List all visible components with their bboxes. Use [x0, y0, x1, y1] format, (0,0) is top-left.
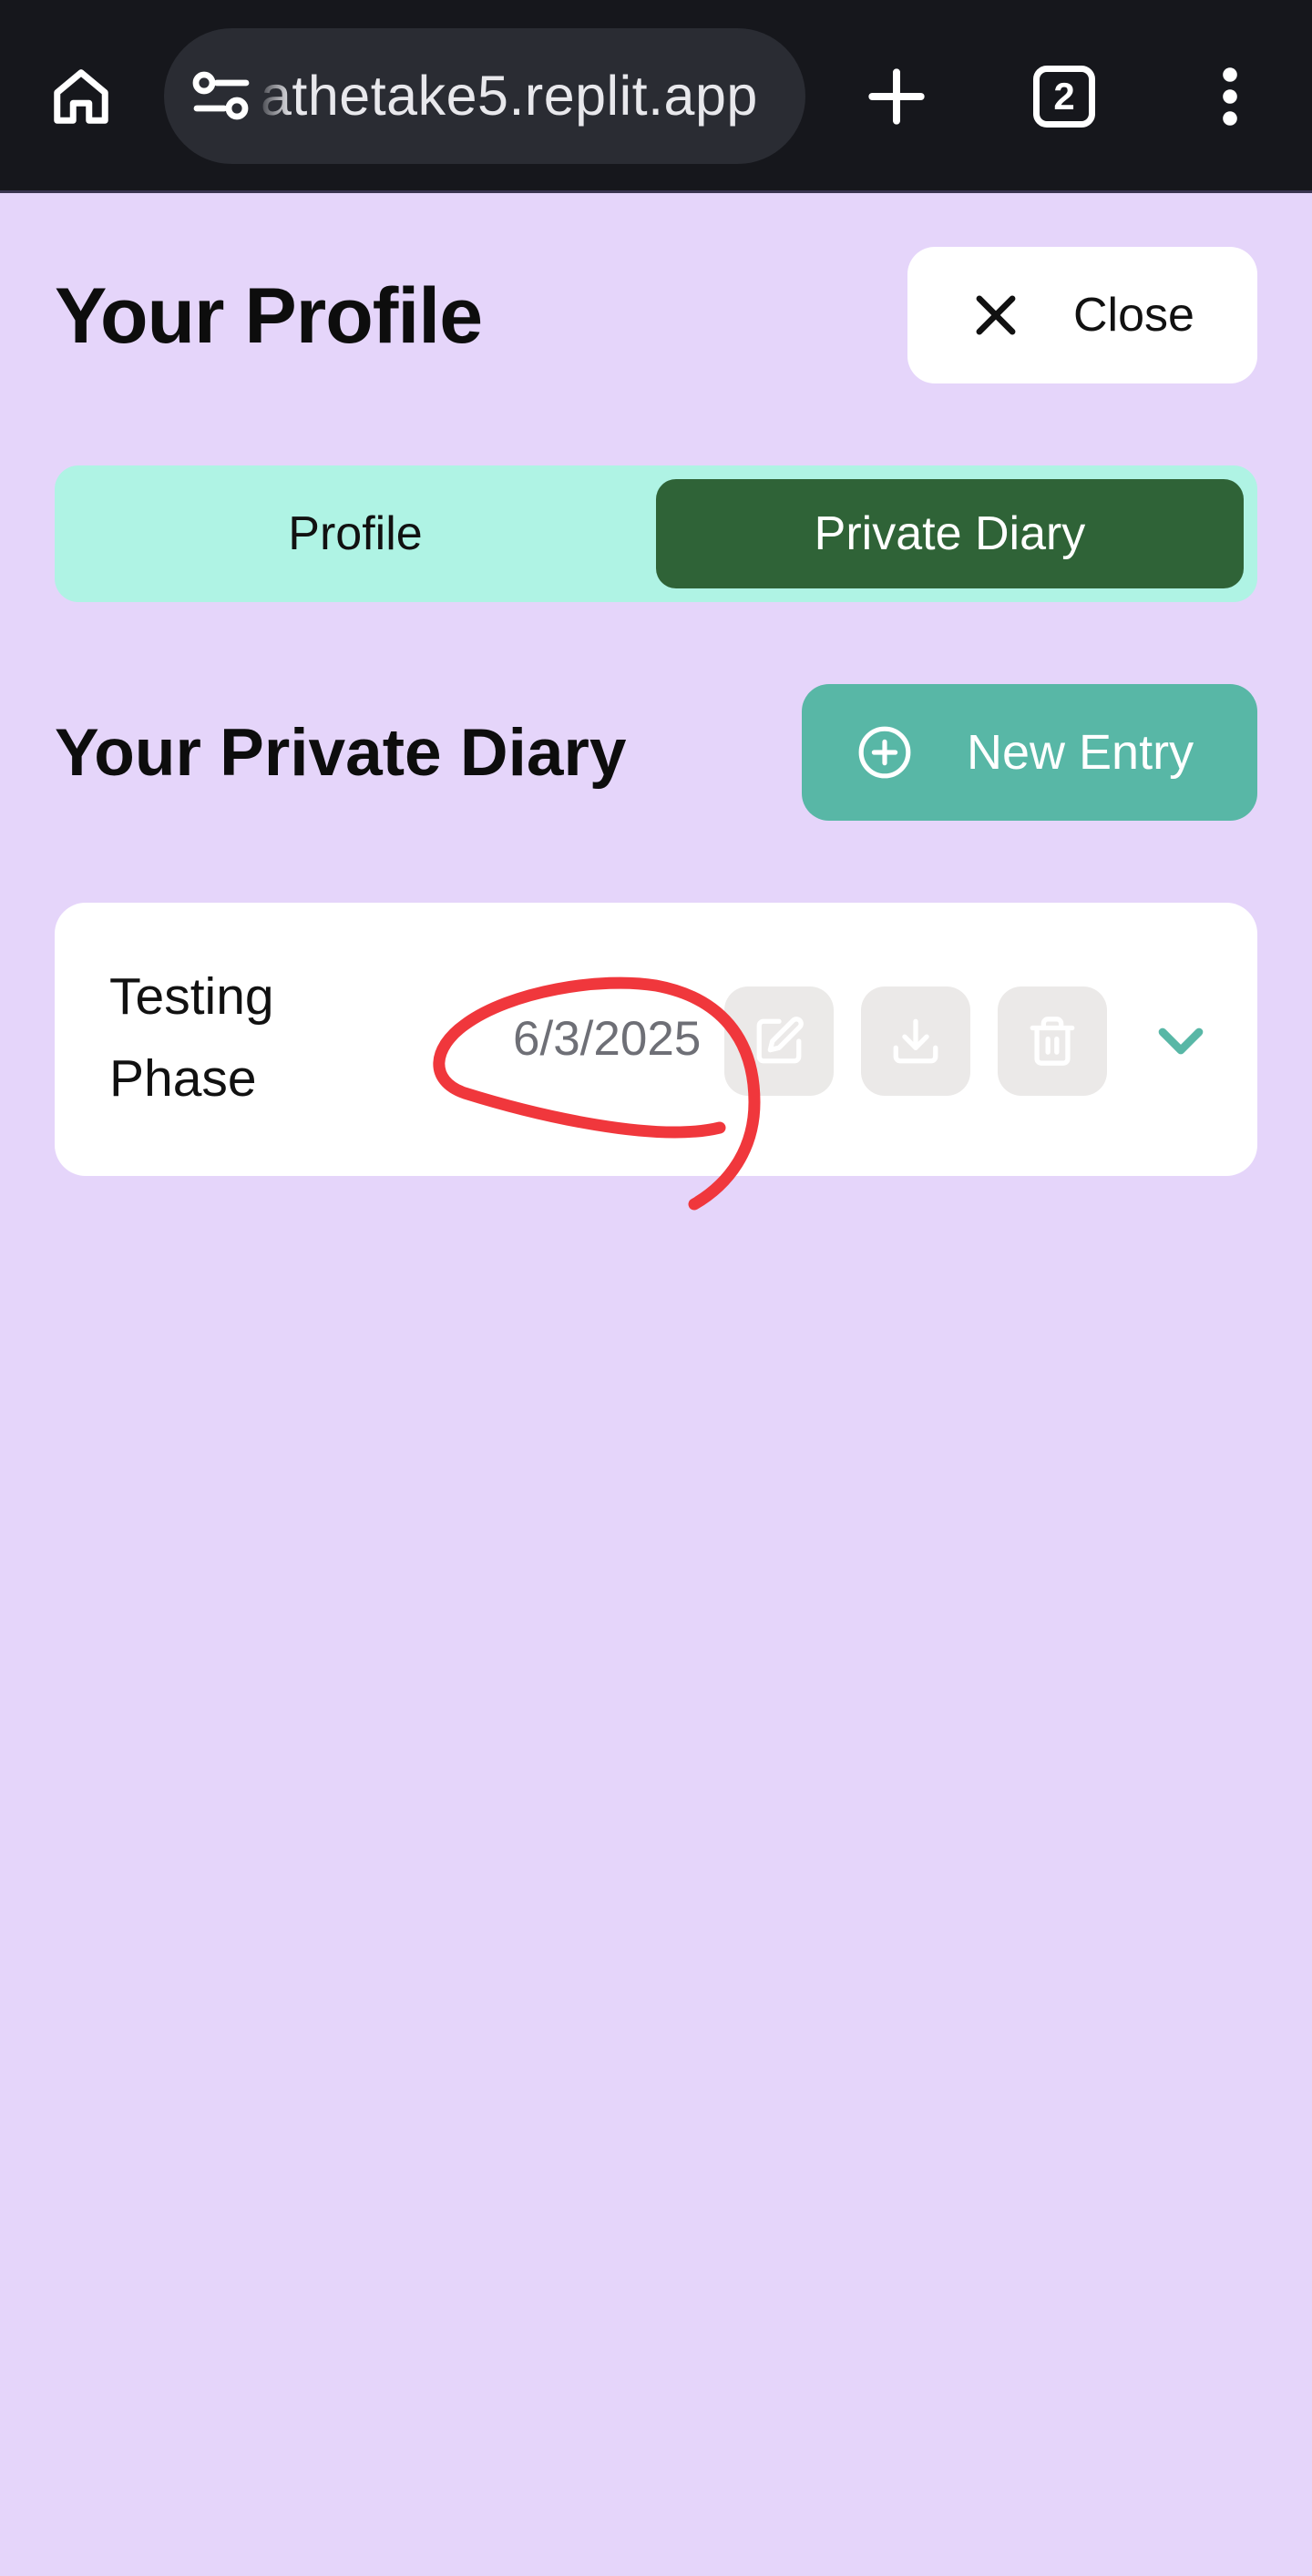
- url-fade: [255, 28, 292, 164]
- download-icon: [893, 1018, 938, 1064]
- tab-private-diary[interactable]: Private Diary: [656, 479, 1244, 588]
- close-icon: [976, 295, 1016, 335]
- tab-count: 2: [1053, 75, 1075, 118]
- page-title: Your Profile: [55, 272, 483, 360]
- close-button[interactable]: Close: [907, 247, 1257, 383]
- tune-icon[interactable]: [191, 68, 251, 123]
- new-entry-button[interactable]: New Entry: [802, 684, 1257, 821]
- trash-icon: [1030, 1017, 1075, 1066]
- home-icon: [54, 69, 108, 124]
- new-entry-label: New Entry: [967, 725, 1194, 780]
- edit-entry-button[interactable]: [724, 986, 834, 1096]
- plus-icon: [868, 68, 925, 125]
- new-tab-button[interactable]: [858, 58, 935, 135]
- home-button[interactable]: [42, 60, 120, 133]
- edit-icon: [756, 1017, 804, 1064]
- profile-tabs: Profile Private Diary: [55, 465, 1257, 602]
- close-label: Close: [1073, 289, 1194, 342]
- tab-switcher-button[interactable]: 2: [1033, 66, 1095, 128]
- section-title: Your Private Diary: [55, 716, 627, 790]
- address-bar[interactable]: athetake5.replit.app: [164, 28, 805, 164]
- chevron-down-icon[interactable]: [1144, 1005, 1217, 1078]
- more-vert-icon: [1223, 67, 1237, 126]
- tab-profile[interactable]: Profile: [55, 465, 656, 602]
- download-entry-button[interactable]: [861, 986, 970, 1096]
- browser-menu-button[interactable]: [1203, 58, 1257, 135]
- diary-entry-card[interactable]: Testing Phase 6/3/2025: [55, 903, 1257, 1176]
- delete-entry-button[interactable]: [998, 986, 1107, 1096]
- plus-circle-icon: [858, 726, 911, 779]
- url-text: athetake5.replit.app: [261, 65, 758, 127]
- browser-toolbar: athetake5.replit.app 2: [0, 0, 1312, 193]
- entry-date: 6/3/2025: [513, 1012, 702, 1066]
- entry-title: Testing Phase: [109, 967, 274, 1108]
- red-circle-annotation: [433, 976, 761, 1211]
